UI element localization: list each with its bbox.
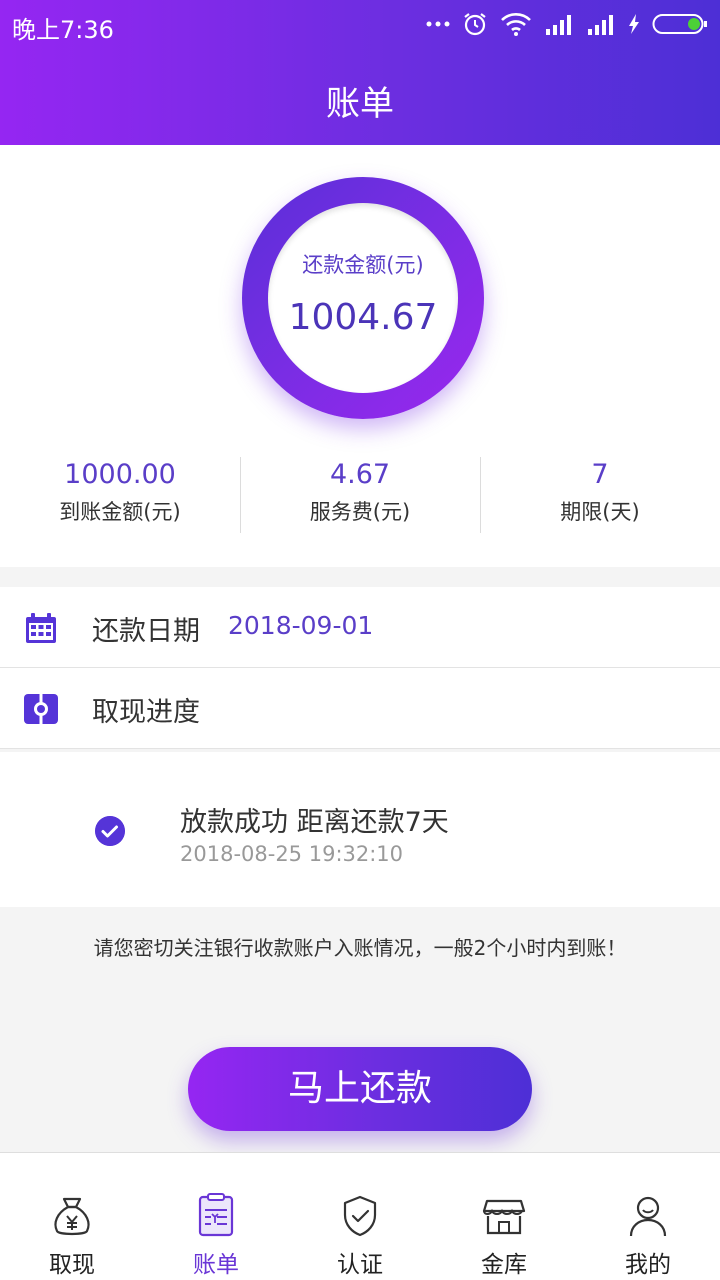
header-bar: 晚上7:36 账单 bbox=[0, 0, 720, 145]
stat-label: 到账金额(元) bbox=[59, 500, 181, 524]
bill-icon bbox=[198, 1193, 234, 1237]
repayment-ring-inner: 还款金额(元) 1004.67 bbox=[268, 203, 458, 393]
stat-received-amount: 1000.00 到账金额(元) bbox=[0, 455, 240, 535]
repay-now-button[interactable]: 马上还款 bbox=[188, 1047, 532, 1131]
progress-time: 2018-08-25 19:32:10 bbox=[180, 842, 404, 866]
shield-check-icon bbox=[343, 1195, 377, 1237]
bottom-tab-bar: 取现 账单 认证 金库 我的 bbox=[0, 1152, 720, 1280]
status-icons bbox=[426, 8, 708, 40]
tab-withdraw[interactable]: 取现 bbox=[0, 1153, 144, 1280]
battery-icon bbox=[652, 14, 707, 34]
tab-bill[interactable]: 账单 bbox=[144, 1153, 288, 1280]
notice-text: 请您密切关注银行收款账户入账情况，一般2个小时内到账！ bbox=[93, 936, 627, 960]
wifi-icon bbox=[501, 13, 531, 36]
tab-vault[interactable]: 金库 bbox=[432, 1153, 576, 1280]
stat-label: 期限(天) bbox=[560, 500, 640, 524]
signal-icon bbox=[546, 15, 571, 35]
stats-row: 1000.00 到账金额(元) 4.67 服务费(元) 7 期限(天) bbox=[0, 455, 720, 535]
user-icon bbox=[629, 1196, 667, 1237]
repayment-ring: 还款金额(元) 1004.67 bbox=[242, 177, 484, 419]
signal-icon bbox=[588, 15, 613, 35]
progress-icon bbox=[24, 694, 58, 724]
tab-label: 取现 bbox=[49, 1252, 95, 1278]
tab-verify[interactable]: 认证 bbox=[288, 1153, 432, 1280]
withdraw-progress-row: 取现进度 bbox=[0, 668, 720, 749]
page-title: 账单 bbox=[326, 84, 394, 124]
tab-label: 账单 bbox=[193, 1252, 239, 1278]
progress-item: 放款成功 距离还款7天 2018-08-25 19:32:10 bbox=[0, 752, 720, 907]
store-icon bbox=[482, 1199, 526, 1235]
status-time: 晚上7:36 bbox=[12, 16, 114, 44]
stat-value: 4.67 bbox=[329, 459, 391, 490]
check-circle-icon bbox=[95, 816, 125, 846]
money-bag-icon bbox=[54, 1197, 90, 1236]
tab-label: 金库 bbox=[481, 1252, 527, 1278]
repayment-amount-label: 还款金额(元) bbox=[302, 253, 424, 277]
bill-summary: 还款金额(元) 1004.67 1000.00 到账金额(元) 4.67 服务费… bbox=[0, 145, 720, 567]
stat-value: 7 bbox=[591, 459, 609, 490]
stat-service-fee: 4.67 服务费(元) bbox=[240, 455, 480, 535]
repayment-amount: 1004.67 bbox=[288, 297, 438, 338]
stat-value: 1000.00 bbox=[64, 459, 176, 490]
more-dots-icon bbox=[426, 21, 450, 27]
calendar-icon bbox=[26, 613, 56, 643]
progress-title: 放款成功 距离还款7天 bbox=[180, 807, 449, 838]
stat-label: 服务费(元) bbox=[309, 500, 411, 524]
info-rows: 还款日期 2018-09-01 取现进度 bbox=[0, 587, 720, 749]
repay-date-row: 还款日期 2018-09-01 bbox=[0, 587, 720, 668]
withdraw-progress-label: 取现进度 bbox=[92, 697, 200, 728]
tab-mine[interactable]: 我的 bbox=[576, 1153, 720, 1280]
charging-icon bbox=[629, 14, 639, 34]
tab-label: 认证 bbox=[337, 1252, 383, 1278]
tab-label: 我的 bbox=[625, 1252, 671, 1278]
repay-date-value: 2018-09-01 bbox=[228, 611, 374, 640]
repay-date-label: 还款日期 bbox=[92, 616, 200, 647]
stat-term: 7 期限(天) bbox=[480, 455, 720, 535]
alarm-icon bbox=[464, 13, 486, 36]
